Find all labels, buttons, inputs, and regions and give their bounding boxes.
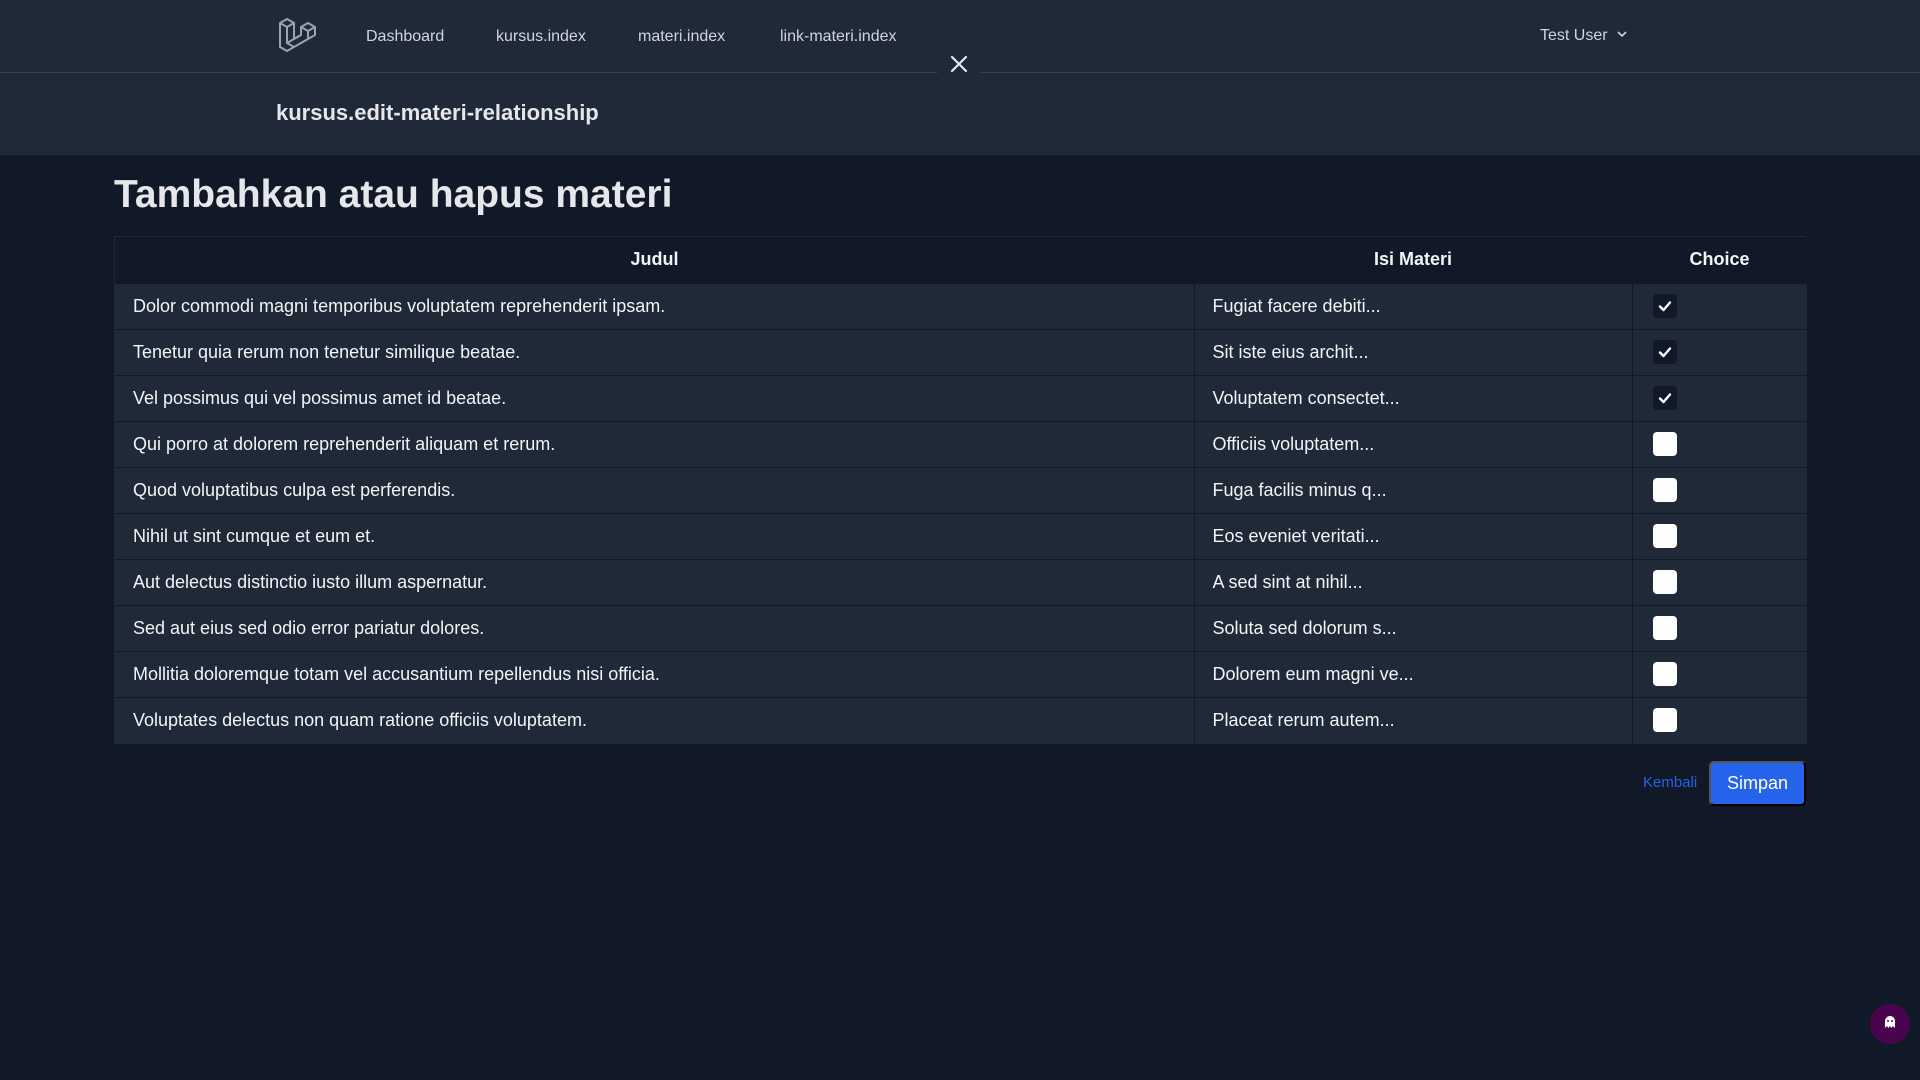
- column-header-isi-materi: Isi Materi: [1194, 237, 1632, 283]
- cell-judul: Voluptates delectus non quam ratione off…: [115, 696, 1194, 743]
- back-link[interactable]: Kembali: [1643, 773, 1697, 793]
- cell-judul: Dolor commodi magni temporibus voluptate…: [115, 282, 1194, 329]
- table-row: Dolor commodi magni temporibus voluptate…: [115, 282, 1807, 329]
- page-title: kursus.edit-materi-relationship: [276, 100, 599, 125]
- choice-checkbox[interactable]: [1652, 386, 1677, 410]
- cell-choice: [1631, 558, 1807, 605]
- chevron-down-icon: [1616, 26, 1628, 46]
- cell-isi-materi: A sed sint at nihil...: [1193, 558, 1632, 605]
- cell-isi-materi: Voluptatem consectet...: [1193, 374, 1632, 421]
- choice-checkbox[interactable]: [1652, 662, 1677, 686]
- table-row: Sed aut eius sed odio error pariatur dol…: [115, 604, 1807, 651]
- cell-isi-materi: Eos eveniet veritati...: [1193, 512, 1632, 559]
- close-icon: [949, 54, 969, 79]
- table-row: Tenetur quia rerum non tenetur similique…: [115, 328, 1807, 375]
- cell-judul: Mollitia doloremque totam vel accusantiu…: [115, 650, 1194, 697]
- table-row: Voluptates delectus non quam ratione off…: [115, 696, 1807, 743]
- cell-judul: Qui porro at dolorem reprehenderit aliqu…: [115, 420, 1194, 467]
- cell-judul: Vel possimus qui vel possimus amet id be…: [115, 374, 1194, 421]
- user-name: Test User: [1540, 27, 1608, 44]
- cell-choice: [1631, 650, 1807, 697]
- laravel-logo-icon[interactable]: [277, 17, 317, 55]
- choice-checkbox[interactable]: [1652, 432, 1677, 456]
- user-menu-dropdown[interactable]: Test User: [1540, 26, 1628, 46]
- table-row: Vel possimus qui vel possimus amet id be…: [115, 374, 1807, 421]
- materi-table: Judul Isi Materi Choice Dolor commodi ma…: [114, 236, 1807, 744]
- cell-choice: [1631, 282, 1807, 329]
- cell-judul: Nihil ut sint cumque et eum et.: [115, 512, 1194, 559]
- choice-checkbox[interactable]: [1652, 478, 1677, 502]
- choice-checkbox[interactable]: [1652, 340, 1677, 364]
- cell-choice: [1631, 328, 1807, 375]
- checkmark-icon: [1658, 301, 1671, 312]
- choice-checkbox[interactable]: [1652, 294, 1677, 318]
- cell-choice: [1631, 466, 1807, 513]
- debugbar-badge[interactable]: [1870, 1004, 1910, 1044]
- cell-choice: [1631, 512, 1807, 559]
- cell-isi-materi: Officiis voluptatem...: [1193, 420, 1632, 467]
- cell-isi-materi: Fuga facilis minus q...: [1193, 466, 1632, 513]
- cell-isi-materi: Fugiat facere debiti...: [1193, 282, 1632, 329]
- column-header-judul: Judul: [115, 237, 1194, 283]
- cell-isi-materi: Sit iste eius archit...: [1193, 328, 1632, 375]
- cell-judul: Quod voluptatibus culpa est perferendis.: [115, 466, 1194, 513]
- table-row: Aut delectus distinctio iusto illum aspe…: [115, 558, 1807, 605]
- table-header-row: Judul Isi Materi Choice: [115, 237, 1807, 283]
- nav-link-dashboard[interactable]: Dashboard: [366, 27, 444, 47]
- choice-checkbox[interactable]: [1652, 616, 1677, 640]
- checkmark-icon: [1658, 347, 1671, 358]
- close-button[interactable]: [936, 46, 982, 86]
- cell-isi-materi: Placeat rerum autem...: [1193, 696, 1632, 743]
- nav-link-link-materi-index[interactable]: link-materi.index: [780, 27, 896, 47]
- cell-isi-materi: Soluta sed dolorum s...: [1193, 604, 1632, 651]
- save-button[interactable]: Simpan: [1709, 761, 1806, 806]
- cell-judul: Tenetur quia rerum non tenetur similique…: [115, 328, 1194, 375]
- nav-link-materi-index[interactable]: materi.index: [638, 27, 725, 47]
- table-row: Qui porro at dolorem reprehenderit aliqu…: [115, 420, 1807, 467]
- checkmark-icon: [1658, 393, 1671, 404]
- table-row: Nihil ut sint cumque et eum et. Eos eveni…: [115, 512, 1807, 559]
- ghost-icon: [1882, 1014, 1898, 1035]
- section-heading: Tambahkan atau hapus materi: [114, 173, 673, 216]
- column-header-choice: Choice: [1632, 237, 1807, 283]
- choice-checkbox[interactable]: [1652, 570, 1677, 594]
- cell-choice: [1631, 374, 1807, 421]
- cell-judul: Aut delectus distinctio iusto illum aspe…: [115, 558, 1194, 605]
- table-row: Quod voluptatibus culpa est perferendis.…: [115, 466, 1807, 513]
- table-row: Mollitia doloremque totam vel accusantiu…: [115, 650, 1807, 697]
- cell-choice: [1631, 604, 1807, 651]
- cell-choice: [1631, 420, 1807, 467]
- choice-checkbox[interactable]: [1652, 708, 1677, 733]
- cell-isi-materi: Dolorem eum magni ve...: [1193, 650, 1632, 697]
- choice-checkbox[interactable]: [1652, 524, 1677, 548]
- nav-link-kursus-index[interactable]: kursus.index: [496, 27, 586, 47]
- cell-judul: Sed aut eius sed odio error pariatur dol…: [115, 604, 1194, 651]
- cell-choice: [1631, 696, 1807, 743]
